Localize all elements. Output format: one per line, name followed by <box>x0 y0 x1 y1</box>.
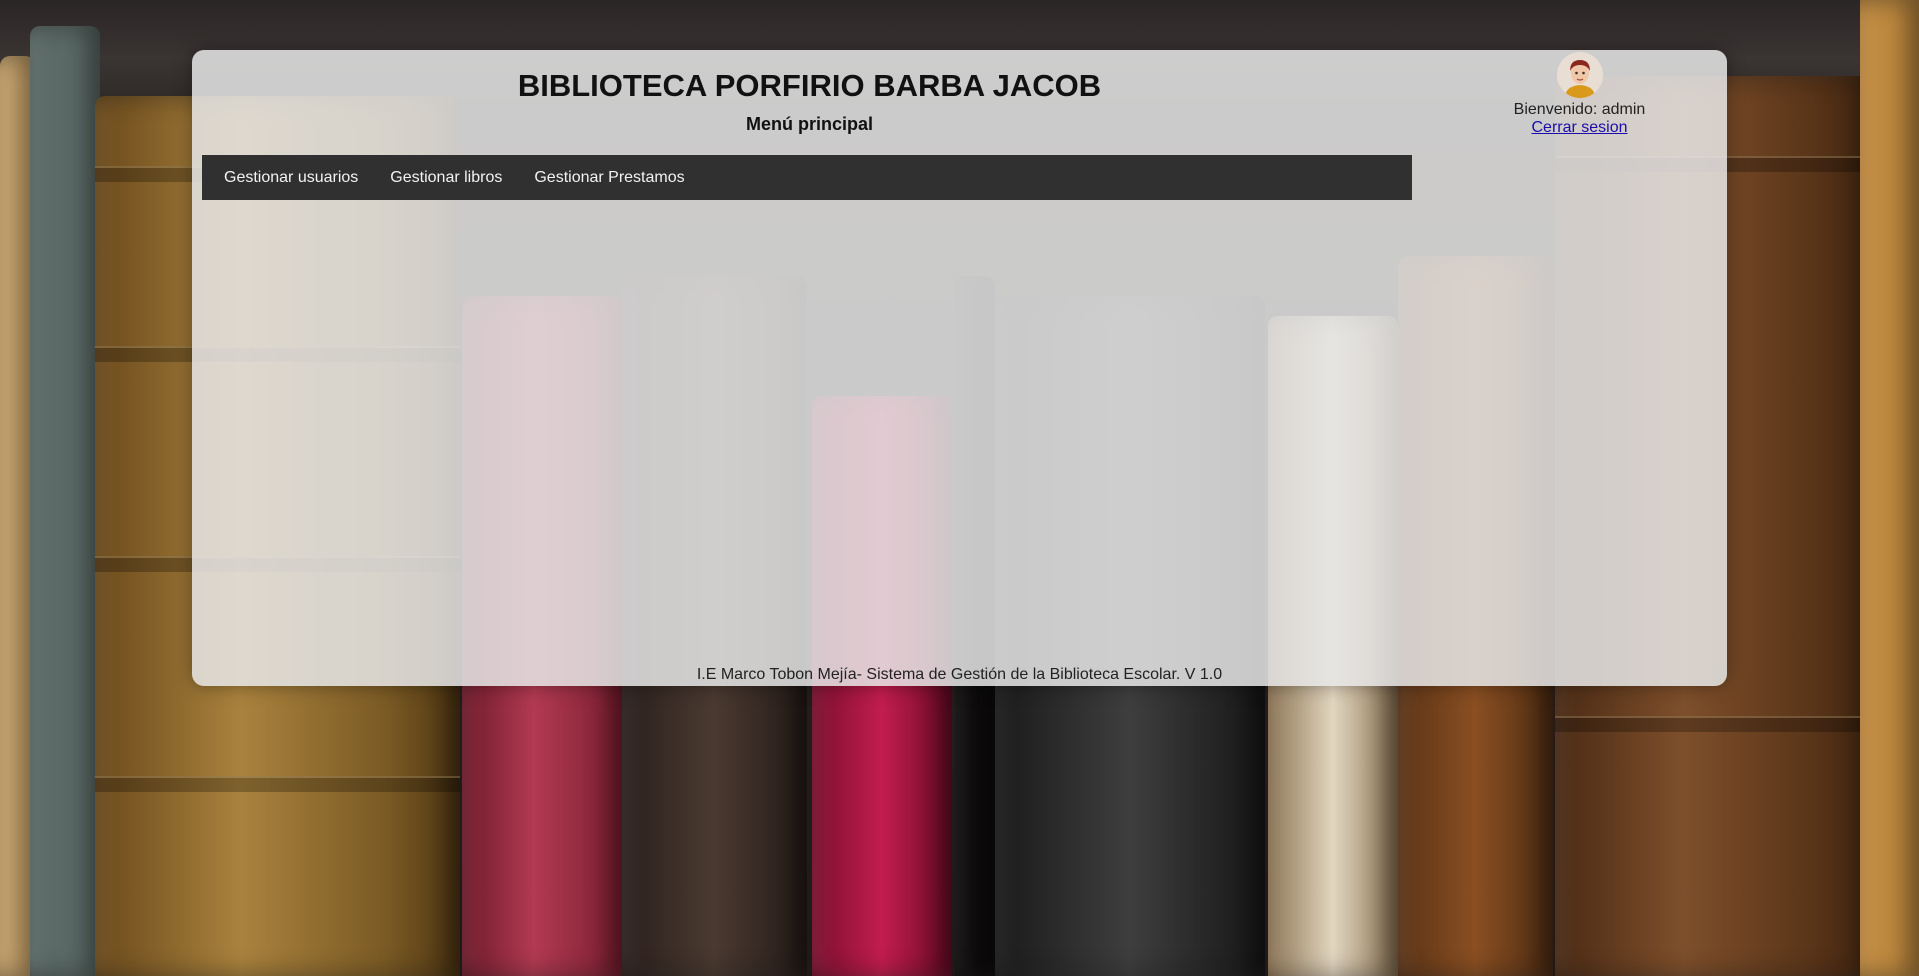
welcome-text: Bienvenido: admin <box>1513 101 1646 118</box>
main-navbar: Gestionar usuarios Gestionar libros Gest… <box>202 155 1412 200</box>
nav-item-gestionar-libros[interactable]: Gestionar libros <box>374 155 518 200</box>
logout-link[interactable]: Cerrar sesion <box>1531 119 1627 136</box>
nav-item-gestionar-usuarios[interactable]: Gestionar usuarios <box>208 155 374 200</box>
book-spine <box>30 26 100 976</box>
user-avatar-icon <box>1556 52 1603 98</box>
main-panel: BIBLIOTECA PORFIRIO BARBA JACOB Menú pri… <box>192 50 1727 686</box>
user-box: Bienvenido: admin Cerrar sesion <box>1492 50 1667 137</box>
page-title: BIBLIOTECA PORFIRIO BARBA JACOB <box>517 68 1102 103</box>
page-subtitle: Menú principal <box>745 114 873 134</box>
book-spine <box>1860 0 1919 976</box>
nav-item-gestionar-prestamos[interactable]: Gestionar Prestamos <box>518 155 700 200</box>
footer-text: I.E Marco Tobon Mejía- Sistema de Gestió… <box>696 666 1223 683</box>
